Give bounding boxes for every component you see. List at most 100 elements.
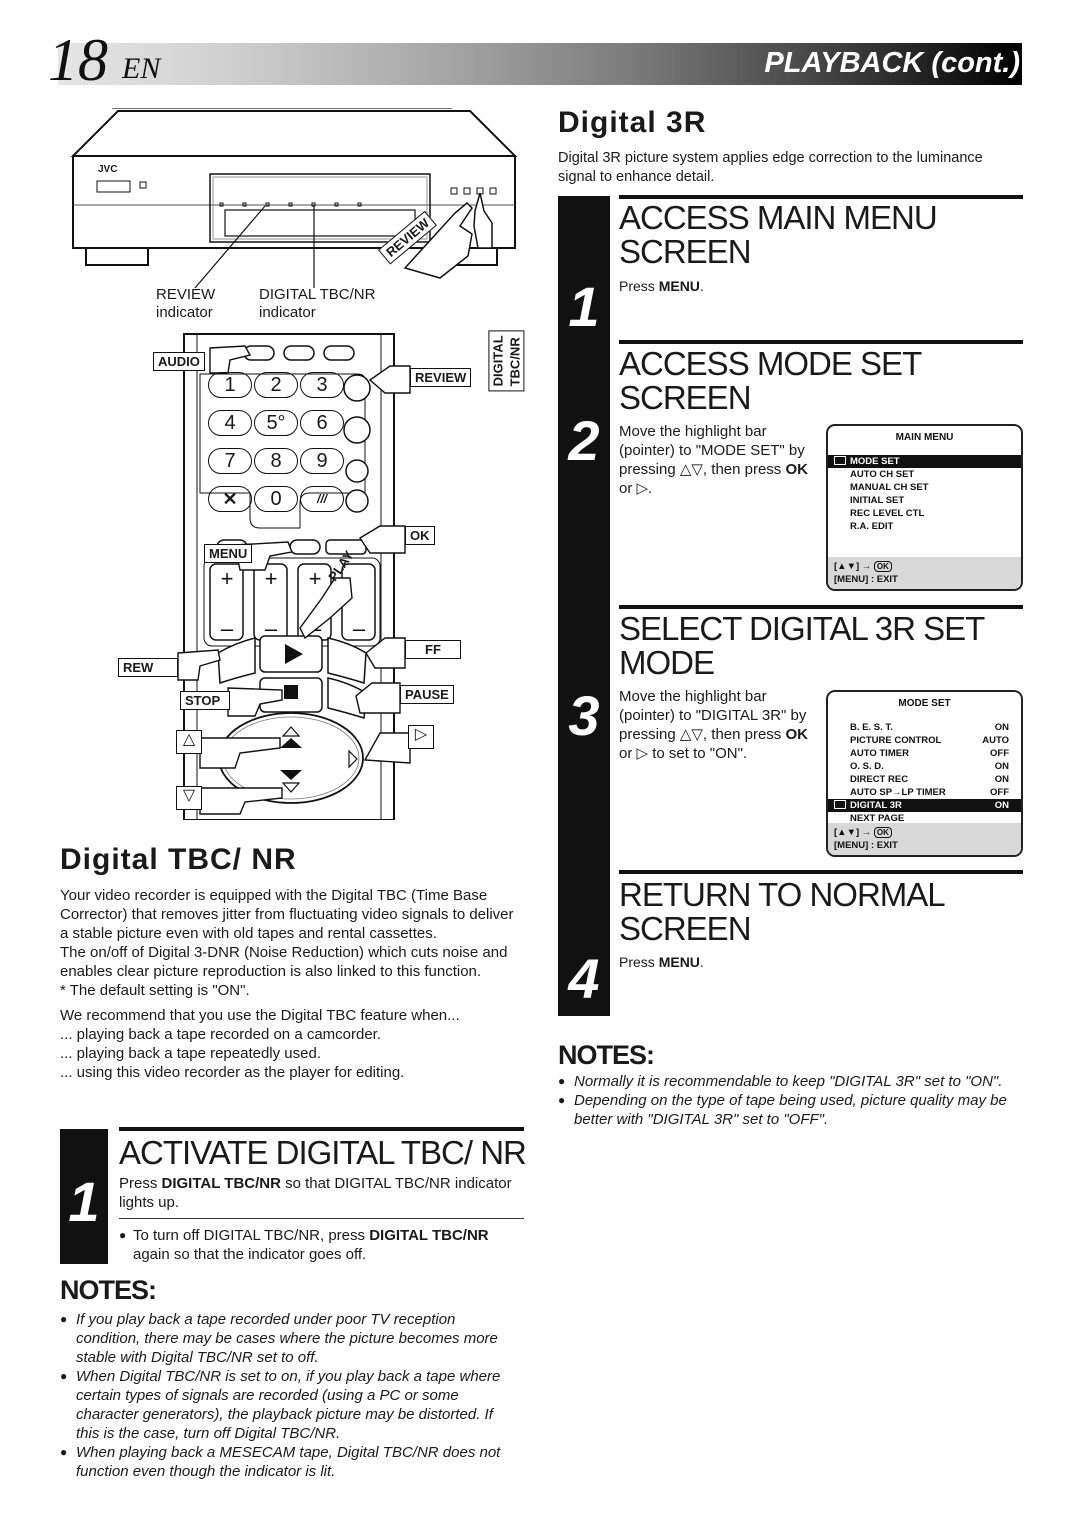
tbc-step-title: ACTIVATE DIGITAL TBC/ NR	[119, 1134, 527, 1171]
tbc-recommend: We recommend that you use the Digital TB…	[60, 1007, 460, 1024]
d3r-step4-title: RETURN TO NORMAL SCREEN	[619, 876, 944, 947]
d3r-step2-instruction: Move the highlight bar (pointer) to "MOD…	[619, 423, 808, 497]
menu-item-label: O. S. D.	[850, 761, 884, 772]
d3r-section-title: Digital 3R	[558, 106, 707, 139]
menu-item[interactable]: PICTURE CONTROL AUTO	[828, 734, 1021, 747]
keypad-button[interactable]: 8	[254, 448, 298, 474]
keypad-button[interactable]: 4	[208, 410, 252, 436]
ff-button-label[interactable]: FF	[405, 640, 461, 659]
menu-button-label[interactable]: MENU	[204, 544, 253, 563]
menu-item[interactable]: MODE SET	[828, 455, 1021, 468]
keypad-button[interactable]: 6	[300, 410, 344, 436]
down-button-label[interactable]: ▽	[176, 786, 202, 810]
review-remote-button-label[interactable]: REVIEW	[410, 368, 472, 387]
up-button-label[interactable]: △	[176, 730, 202, 754]
display-button[interactable]: ///	[300, 486, 344, 512]
tbc-use-item: ... playing back a tape repeatedly used.	[60, 1045, 322, 1062]
tbc-para-2: The on/off of Digital 3-DNR (Noise Reduc…	[60, 944, 508, 980]
tbc-step-number-column: 1	[60, 1129, 108, 1264]
menu-item-label: B. E. S. T.	[850, 722, 893, 733]
ok-key-icon: OK	[873, 561, 892, 572]
tbc-step-instruction: Press DIGITAL TBC/NR so that DIGITAL TBC…	[119, 1175, 512, 1211]
menu-item-value: ON	[994, 722, 1009, 733]
cancel-button[interactable]: ✕	[208, 486, 252, 512]
menu-item[interactable]: MANUAL CH SET	[828, 481, 1021, 494]
audio-button-label[interactable]: AUDIO	[153, 352, 205, 371]
d3r-notes-list: ● Normally it is recommendable to keep "D…	[558, 1072, 1008, 1129]
svg-text:+: +	[221, 566, 234, 591]
note-item: ● When Digital TBC/NR is set to on, if yo…	[60, 1368, 501, 1442]
tbc-step-bullet: ● To turn off DIGITAL TBC/NR, press DIGI…	[119, 1227, 489, 1263]
keypad-button[interactable]: 1	[208, 372, 252, 398]
menu-item[interactable]: AUTO CH SET	[828, 468, 1021, 481]
tbc-notes-list: ● If you play back a tape recorded under …	[60, 1310, 510, 1481]
brand-logo: JVC	[98, 164, 118, 175]
menu-item[interactable]: AUTO SP→LP TIMER OFF	[828, 786, 1021, 799]
ok-button-label[interactable]: OK	[405, 526, 435, 545]
ok-key-icon: OK	[873, 827, 892, 838]
note-item: ● Depending on the type of tape being use…	[558, 1092, 1007, 1128]
menu-item[interactable]: AUTO TIMER OFF	[828, 747, 1021, 760]
digital-tbc-nr-keyword: DIGITAL TBC/NR	[161, 1175, 281, 1192]
tbc-use-item: ... using this video recorder as the pla…	[60, 1064, 405, 1081]
menu-item[interactable]: REC LEVEL CTL	[828, 507, 1021, 520]
rew-button-label[interactable]: REW	[118, 658, 178, 677]
pause-button-label[interactable]: PAUSE	[400, 685, 454, 704]
d3r-step2-rule	[619, 340, 1023, 344]
menu-item[interactable]: INITIAL SET	[828, 494, 1021, 507]
digital-tbc-nr-button-label[interactable]: DIGITAL TBC/NR	[488, 330, 525, 392]
menu-item-label: MODE SET	[834, 455, 900, 468]
menu-item-value: OFF	[990, 748, 1009, 759]
bullet-icon: ●	[119, 1228, 127, 1242]
keypad-button[interactable]: 5°	[254, 410, 298, 436]
menu-item-value: ON	[994, 761, 1009, 772]
svg-text:+: +	[309, 566, 322, 591]
menu-item-label: DIGITAL 3R	[834, 799, 902, 812]
mode-set-screen: MODE SET B. E. S. T. ON PICTURE CONTROL AUT…	[826, 690, 1023, 857]
tbc-default-note: * The default setting is "ON".	[60, 982, 250, 999]
menu-keyword: MENU	[658, 278, 700, 294]
keypad-button[interactable]: 9	[300, 448, 344, 474]
vcr-remote-illustration: +++ ––––	[60, 108, 530, 821]
menu-item[interactable]: DIGITAL 3R ON	[828, 799, 1021, 812]
d3r-step3-instruction: Move the highlight bar (pointer) to "DIG…	[619, 688, 808, 762]
bullet-icon: ●	[60, 1312, 68, 1326]
menu-item[interactable]: DIRECT REC ON	[828, 773, 1021, 786]
menu-item-label: MANUAL CH SET	[850, 482, 929, 493]
main-menu-items: MODE SET AUTO CH SET MANUAL CH SET INITIAL …	[828, 455, 1021, 533]
keypad-button[interactable]: 3	[300, 372, 344, 398]
tbc-step-number: 1	[68, 1170, 100, 1233]
bullet-icon: ●	[60, 1445, 68, 1459]
right-button-label[interactable]: ▷	[408, 725, 434, 749]
menu-item-label: INITIAL SET	[850, 495, 905, 506]
d3r-step2-title: ACCESS MODE SET SCREEN	[619, 345, 922, 416]
menu-item-value: AUTO	[982, 735, 1009, 746]
tbc-step-divider	[119, 1218, 524, 1219]
menu-item[interactable]: B. E. S. T. ON	[828, 721, 1021, 734]
menu-item[interactable]: R.A. EDIT	[828, 520, 1021, 533]
d3r-notes-title: NOTES:	[558, 1040, 655, 1070]
d3r-step-number: 4	[568, 947, 600, 1010]
keypad-button[interactable]: 0	[254, 486, 298, 512]
menu-item-label: AUTO TIMER	[850, 748, 909, 759]
keypad-button[interactable]: 7	[208, 448, 252, 474]
pointer-icon	[834, 800, 846, 809]
tbc-para-1: Your video recorder is equipped with the…	[60, 887, 514, 942]
svg-text:–: –	[221, 616, 234, 641]
mode-set-footer: [▲▼] → OK [MENU] : EXIT	[828, 823, 1021, 855]
stop-button-label[interactable]: STOP	[180, 691, 230, 710]
menu-item[interactable]: O. S. D. ON	[828, 760, 1021, 773]
bullet-icon: ●	[558, 1093, 566, 1107]
note-item: ● If you play back a tape recorded under …	[60, 1311, 498, 1366]
keypad-button[interactable]: 2	[254, 372, 298, 398]
note-item: ● When playing back a MESECAM tape, Digit…	[60, 1444, 501, 1480]
menu-item-label: PICTURE CONTROL	[850, 735, 942, 746]
d3r-step3-title: SELECT DIGITAL 3R SET MODE	[619, 610, 985, 681]
tbc-indicator-label: DIGITAL TBC/NR indicator	[259, 286, 376, 321]
d3r-step1-instruction: Press MENU.	[619, 278, 704, 294]
menu-item-label: R.A. EDIT	[850, 521, 894, 532]
d3r-step4-rule	[619, 870, 1023, 874]
menu-item-value: OFF	[990, 787, 1009, 798]
main-menu-title: MAIN MENU	[895, 432, 954, 443]
menu-item-label: DIRECT REC	[850, 774, 909, 785]
